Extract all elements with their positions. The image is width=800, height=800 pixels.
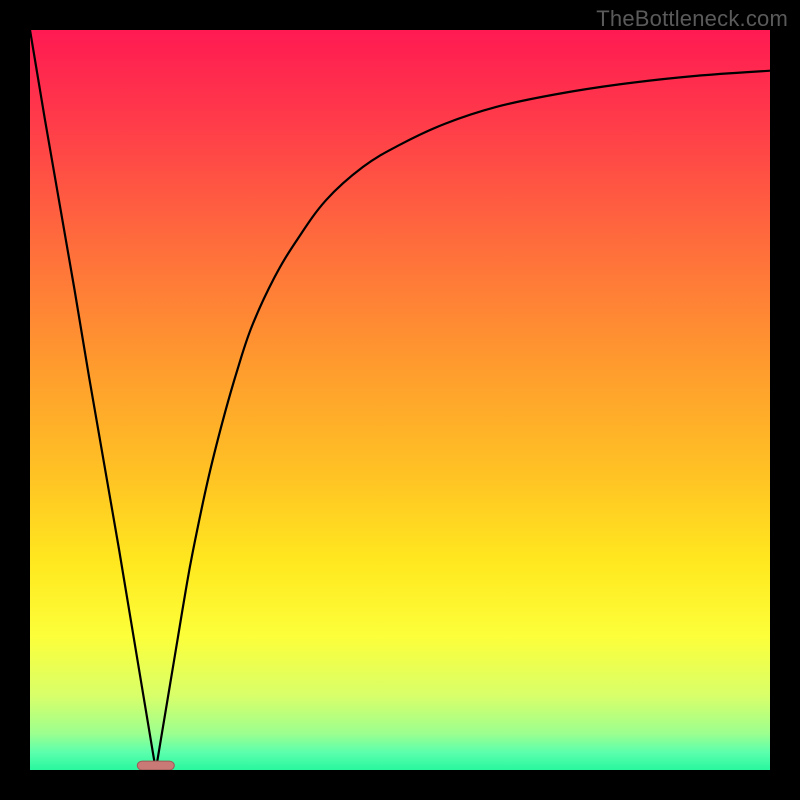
optimal-point-marker (137, 761, 174, 770)
plot-area (30, 30, 770, 770)
chart-frame: TheBottleneck.com (0, 0, 800, 800)
bottleneck-chart (30, 30, 770, 770)
watermark-text: TheBottleneck.com (596, 6, 788, 32)
gradient-background (30, 30, 770, 770)
